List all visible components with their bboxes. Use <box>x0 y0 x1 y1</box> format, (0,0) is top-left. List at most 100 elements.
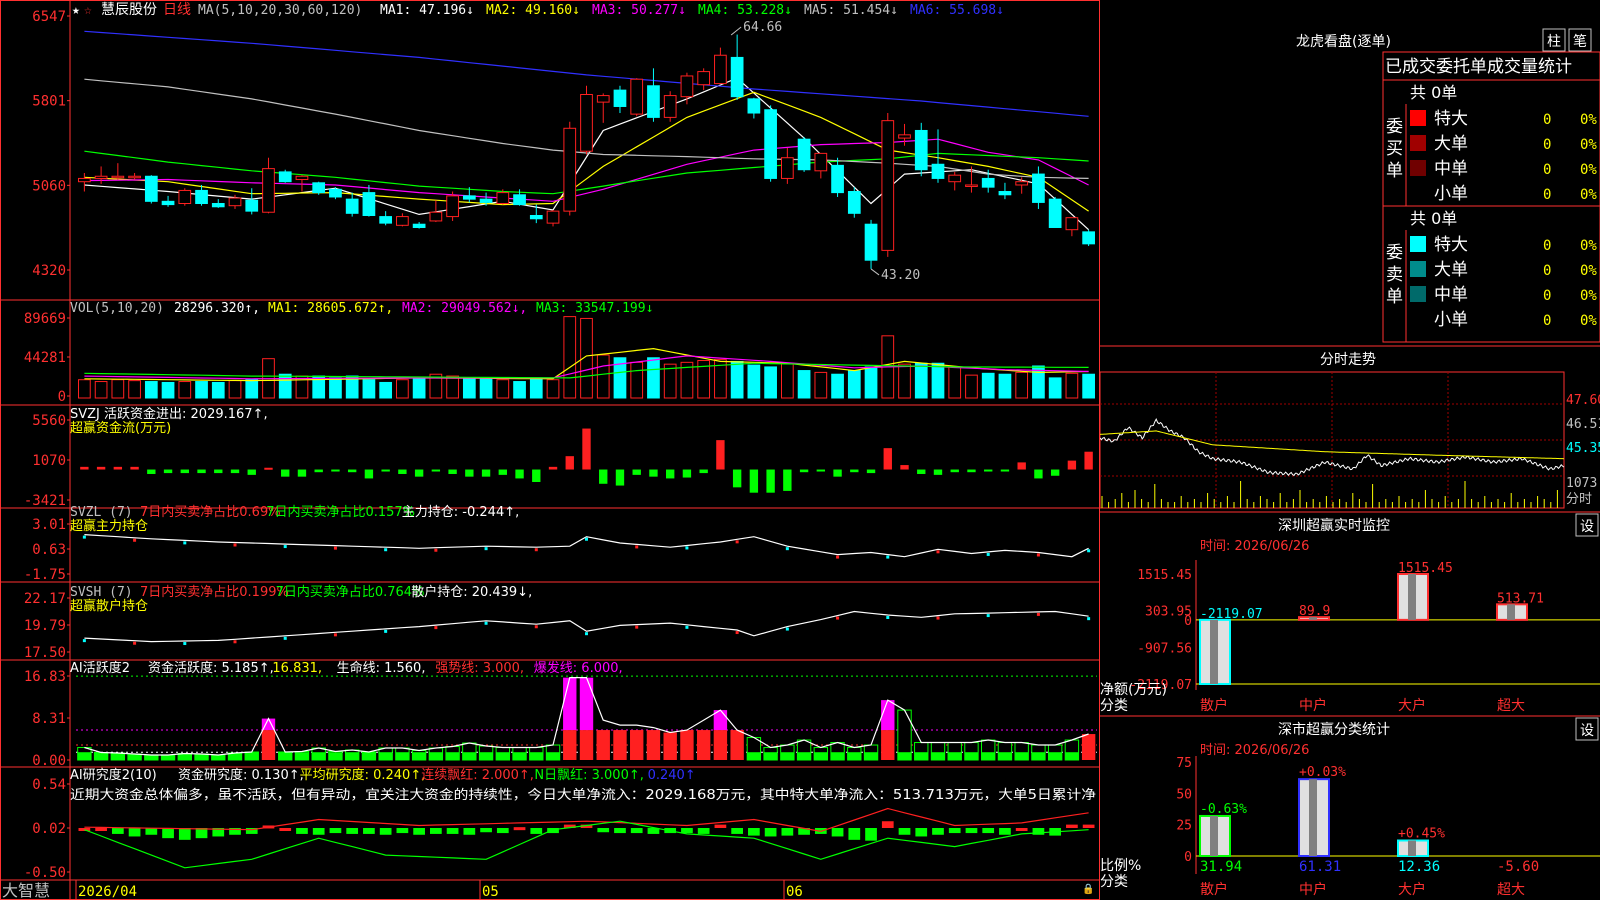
ai-activity-panel[interactable]: 16.83 8.31 0.00 <box>24 669 1097 769</box>
flow-bar[interactable] <box>615 469 625 486</box>
flow-bar[interactable] <box>281 469 290 477</box>
candle[interactable] <box>412 223 426 228</box>
research-bar[interactable] <box>78 828 91 831</box>
volume-bar[interactable] <box>78 379 91 399</box>
activity-bar[interactable] <box>646 730 661 760</box>
candle[interactable] <box>797 138 811 171</box>
flow-bar[interactable] <box>264 467 273 470</box>
volume-panel[interactable]: 89669 44281 0 <box>24 311 1095 405</box>
volume-bar[interactable] <box>144 381 158 399</box>
candle[interactable] <box>965 184 978 187</box>
candle[interactable] <box>111 175 125 179</box>
flow-bar[interactable] <box>950 469 959 473</box>
flow-bar[interactable] <box>314 469 323 473</box>
candle[interactable] <box>613 89 627 107</box>
research-bar[interactable] <box>714 824 727 828</box>
research-bar[interactable] <box>178 828 191 840</box>
flow-bar[interactable] <box>214 469 223 474</box>
flow-bar[interactable] <box>197 469 206 474</box>
main-chart-area[interactable]: 6547 5801 5060 4320 64.66 43.20 89669 44281 0 5… <box>0 0 1100 900</box>
volume-bar[interactable] <box>245 379 259 399</box>
candle[interactable] <box>429 211 443 222</box>
volume-bar[interactable] <box>596 354 610 399</box>
candle[interactable] <box>914 129 928 171</box>
candle[interactable] <box>730 56 744 98</box>
flow-bar[interactable] <box>297 469 307 477</box>
svzl-panel[interactable]: 3.01 0.63 -1.75 <box>24 517 1091 583</box>
activity-bar[interactable] <box>730 730 744 760</box>
volume-bar[interactable] <box>764 366 777 399</box>
flow-bar[interactable] <box>783 469 792 491</box>
flow-bar[interactable] <box>414 469 424 477</box>
research-bar[interactable] <box>982 828 995 834</box>
volume-bar[interactable] <box>228 380 242 399</box>
flow-bar[interactable] <box>247 469 256 475</box>
flow-bar[interactable] <box>582 428 591 470</box>
research-bar[interactable] <box>697 828 710 834</box>
candle[interactable] <box>295 175 309 181</box>
flow-bar[interactable] <box>599 469 608 484</box>
candle[interactable] <box>998 191 1012 196</box>
candle[interactable] <box>161 200 175 206</box>
research-bar[interactable] <box>513 827 526 831</box>
flow-bar[interactable] <box>967 469 976 473</box>
flow-bar[interactable] <box>347 469 357 473</box>
candle[interactable] <box>580 93 593 152</box>
research-bar[interactable] <box>764 828 777 837</box>
flow-bar[interactable] <box>398 469 407 474</box>
candle[interactable] <box>362 192 376 216</box>
flow-bar[interactable] <box>682 469 692 478</box>
svzj-panel[interactable]: 5560 1070 -3421 <box>24 413 1093 509</box>
activity-bar[interactable] <box>630 730 644 760</box>
flow-bar[interactable] <box>933 469 943 475</box>
candle[interactable] <box>1015 181 1029 186</box>
activity-bar[interactable] <box>663 732 677 760</box>
flow-bar[interactable] <box>866 469 876 474</box>
flow-bar[interactable] <box>230 469 240 474</box>
flow-bar[interactable] <box>481 469 491 477</box>
candle[interactable] <box>278 171 292 183</box>
research-bar[interactable] <box>1066 824 1078 828</box>
candle[interactable] <box>563 127 577 212</box>
volume-bar[interactable] <box>446 375 459 399</box>
research-bar[interactable] <box>463 828 476 835</box>
research-bar[interactable] <box>95 828 107 831</box>
flow-bar[interactable] <box>917 469 926 474</box>
candle[interactable] <box>195 189 208 205</box>
flow-bar[interactable] <box>515 469 524 479</box>
research-bar[interactable] <box>279 828 292 831</box>
volume-bar[interactable] <box>630 361 644 399</box>
volume-bar[interactable] <box>647 357 660 399</box>
volume-bar[interactable] <box>379 381 393 399</box>
activity-bar[interactable] <box>881 730 895 760</box>
candle[interactable] <box>345 198 359 214</box>
research-bar[interactable] <box>396 828 409 834</box>
flow-bar[interactable] <box>147 469 156 474</box>
flow-bar[interactable] <box>565 456 574 470</box>
candle[interactable] <box>1032 173 1045 203</box>
activity-bar[interactable] <box>696 730 711 760</box>
volume-bar[interactable] <box>1065 372 1079 399</box>
flow-bar[interactable] <box>900 465 909 470</box>
flow-bar[interactable] <box>498 469 507 475</box>
research-bar[interactable] <box>848 828 861 840</box>
candle[interactable] <box>680 75 694 98</box>
flow-bar[interactable] <box>448 469 457 474</box>
research-bar[interactable] <box>1015 828 1028 831</box>
candle[interactable] <box>94 175 108 179</box>
candle[interactable] <box>647 85 660 118</box>
flow-bar[interactable] <box>749 469 759 493</box>
research-bar[interactable] <box>111 828 124 834</box>
candle[interactable] <box>446 195 459 218</box>
flow-bar[interactable] <box>666 469 675 479</box>
activity-bar[interactable] <box>680 730 694 760</box>
flow-bar[interactable] <box>732 469 742 488</box>
volume-bar[interactable] <box>178 381 192 399</box>
flow-bar[interactable] <box>833 469 842 477</box>
research-bar[interactable] <box>881 821 894 828</box>
activity-bar[interactable] <box>579 730 594 760</box>
volume-bar[interactable] <box>529 377 543 399</box>
research-bar[interactable] <box>781 828 794 836</box>
candle[interactable] <box>262 168 275 213</box>
candle[interactable] <box>513 194 526 206</box>
